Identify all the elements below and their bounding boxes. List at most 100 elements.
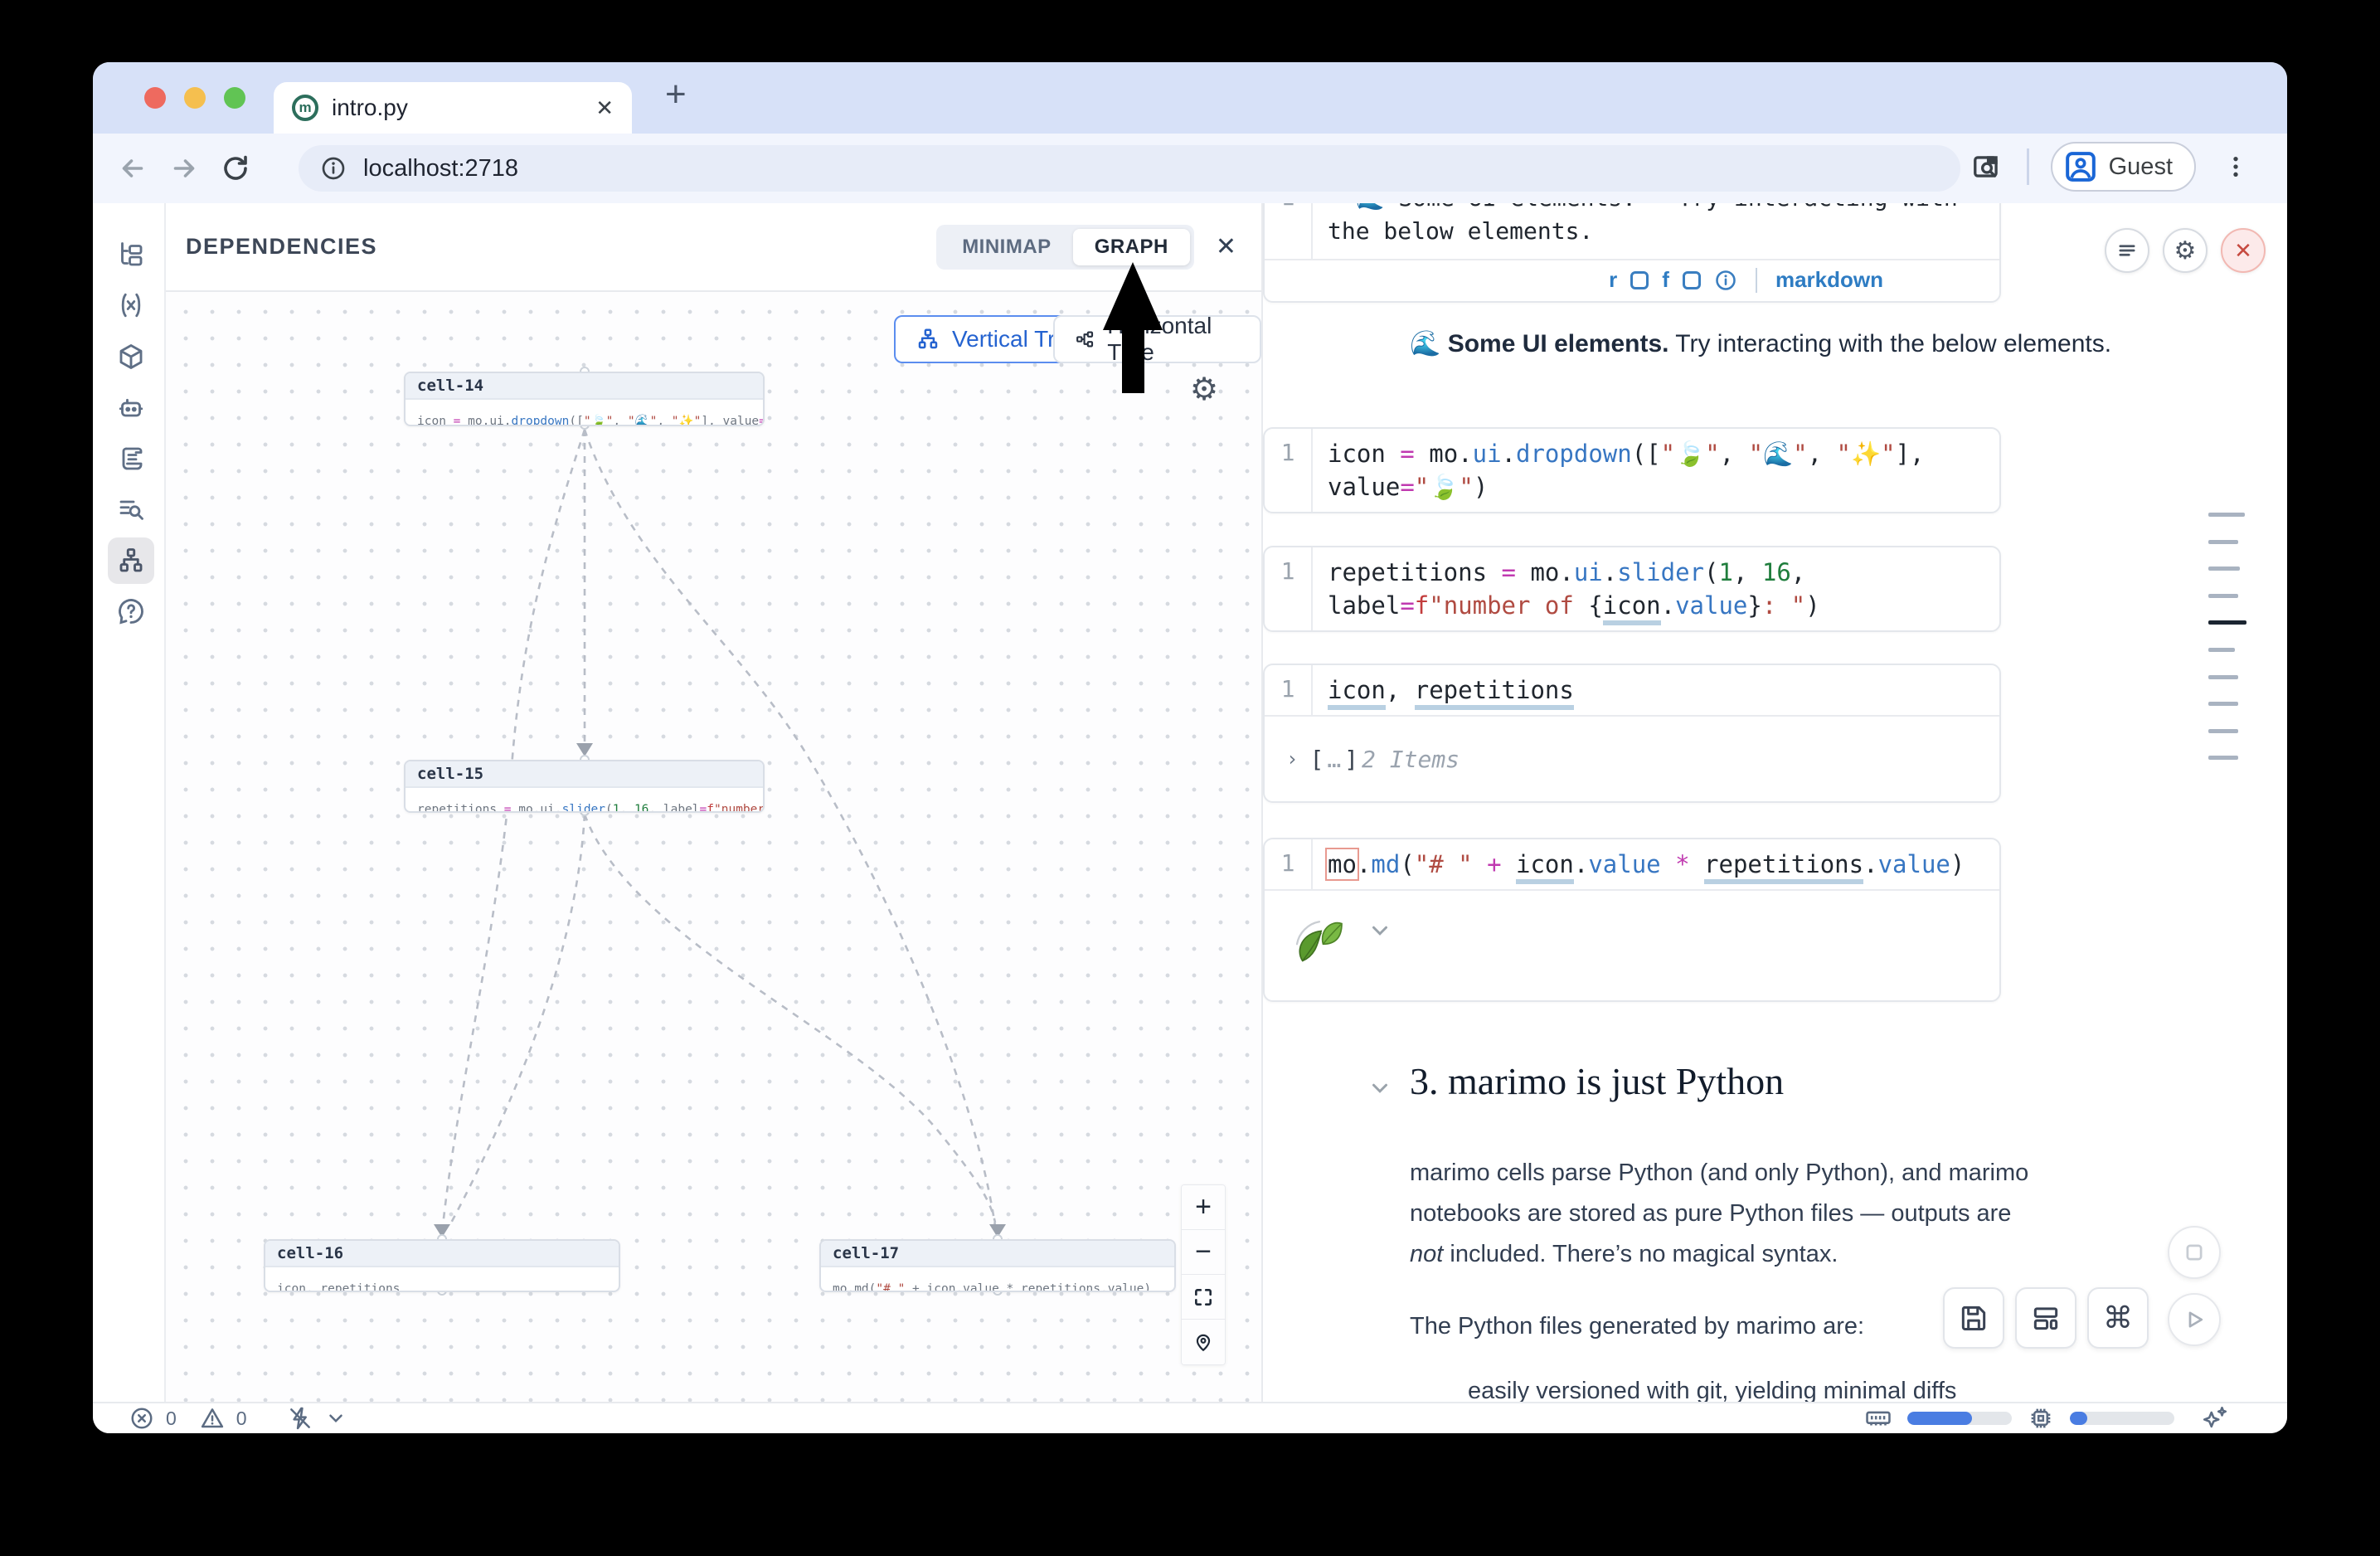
code-editor[interactable]: icon = mo.ui.dropdown(["🍃", "🌊", "✨"],va…	[1313, 429, 1999, 512]
ai-sparkles-icon[interactable]	[2201, 1404, 2229, 1432]
graph-node-cell-15[interactable]: cell-15 repetitions = mo.ui.slider(1, 16…	[404, 760, 765, 813]
scroll-marker[interactable]	[2208, 594, 2238, 598]
format-toggle-label: f	[1662, 267, 1669, 293]
center-view-button[interactable]	[1182, 1320, 1225, 1364]
node-title: cell-14	[406, 373, 763, 400]
scroll-marker[interactable]	[2208, 566, 2240, 571]
new-tab-button[interactable]: +	[665, 74, 687, 115]
browser-tab[interactable]: m intro.py ✕	[274, 82, 632, 134]
scroll-marker[interactable]	[2208, 756, 2238, 760]
scroll-marker[interactable]	[2208, 540, 2238, 544]
output-collapse-chevron-icon[interactable]	[1367, 918, 1392, 943]
line-number: 1	[1265, 429, 1313, 512]
markdown-source[interactable]: **🌊 Some UI elements.** Try interacting …	[1313, 203, 1999, 259]
scroll-marker[interactable]	[2208, 513, 2245, 517]
tab-search-icon[interactable]	[1969, 148, 2005, 185]
line-number: 1	[1265, 665, 1313, 715]
browser-window: m intro.py ✕ + localhost:2718	[93, 62, 2287, 1433]
chevron-down-icon[interactable]	[325, 1408, 347, 1429]
sidebar-item-dependency-graph[interactable]	[108, 537, 154, 584]
graph-node-cell-17[interactable]: cell-17 mo.md("# " + icon.value * repeti…	[819, 1239, 1176, 1292]
language-label[interactable]: markdown	[1775, 267, 1883, 293]
window-minimize-button[interactable]	[184, 87, 206, 109]
code-cell-tuple[interactable]: 1 icon, repetitions ›[ … ] 2 Items	[1263, 664, 2001, 803]
dependencies-header: DEPENDENCIES MINIMAP GRAPH ✕	[166, 203, 1261, 292]
leaf-emoji-output	[1290, 912, 1349, 972]
scroll-marker[interactable]	[2208, 648, 2235, 652]
warnings-count: 0	[236, 1408, 247, 1430]
scroll-marker[interactable]	[2208, 729, 2238, 733]
reload-icon[interactable]	[217, 150, 254, 187]
panel-close-icon[interactable]: ✕	[1216, 232, 1236, 261]
code-editor[interactable]: icon, repetitions	[1313, 665, 1999, 715]
tab-close-icon[interactable]: ✕	[595, 95, 614, 121]
horizontal-tree-button[interactable]: Horizontal Tree	[1053, 315, 1261, 363]
scroll-icon	[116, 444, 146, 474]
sidebar-item-file-explorer[interactable]	[108, 231, 154, 278]
raw-toggle-label: r	[1609, 267, 1617, 293]
errors-icon[interactable]	[129, 1406, 154, 1431]
sidebar-item-packages[interactable]	[108, 333, 154, 380]
fit-view-button[interactable]	[1182, 1275, 1225, 1320]
zoom-out-button[interactable]: −	[1182, 1230, 1225, 1275]
horizontal-tree-label: Horizontal Tree	[1107, 313, 1240, 366]
sidebar-item-snippets-search[interactable]	[108, 486, 154, 532]
graph-settings-gear-icon[interactable]: ⚙	[1190, 371, 1218, 407]
fit-view-icon	[1192, 1286, 1214, 1308]
graph-node-cell-14[interactable]: cell-14 icon = mo.ui.dropdown(["🍃", "🌊",…	[404, 372, 765, 426]
window-zoom-button[interactable]	[224, 87, 245, 109]
graph-node-cell-16[interactable]: cell-16 icon, repetitions	[264, 1239, 620, 1292]
robot-icon	[116, 393, 146, 423]
browser-tabstrip: m intro.py ✕ +	[93, 62, 2287, 134]
url-bar[interactable]: localhost:2718	[299, 145, 1960, 192]
site-info-icon[interactable]	[320, 155, 347, 182]
window-close-button[interactable]	[144, 87, 166, 109]
keyboard-shortcuts-button[interactable]: ⌘	[2087, 1287, 2149, 1349]
file-tree-icon	[116, 240, 146, 270]
stop-kernel-button[interactable]	[2168, 1226, 2221, 1279]
command-icon: ⌘	[2103, 1301, 2133, 1335]
sidebar-item-logs[interactable]	[108, 435, 154, 482]
code-cell-dropdown[interactable]: 1 icon = mo.ui.dropdown(["🍃", "🌊", "✨"],…	[1263, 427, 2001, 513]
profile-button[interactable]: Guest	[2051, 142, 2196, 192]
code-editor[interactable]: mo.md("# " + icon.value * repetitions.va…	[1313, 839, 1999, 889]
markdown-cell[interactable]: 1 **🌊 Some UI elements.** Try interactin…	[1263, 203, 2001, 303]
scroll-marker[interactable]	[2208, 702, 2238, 706]
zoom-in-button[interactable]: +	[1182, 1185, 1225, 1230]
info-icon[interactable]	[1714, 269, 1737, 292]
raw-toggle-checkbox[interactable]	[1630, 271, 1649, 289]
line-number: 1	[1265, 839, 1313, 889]
location-pin-icon	[1192, 1331, 1214, 1353]
code-editor[interactable]: repetitions = mo.ui.slider(1, 16,label=f…	[1313, 547, 1999, 630]
run-all-button[interactable]	[2168, 1293, 2221, 1346]
sidebar-item-help[interactable]	[108, 588, 154, 635]
scroll-marker[interactable]	[2208, 675, 2238, 679]
profile-name: Guest	[2109, 153, 2173, 181]
tab-graph[interactable]: GRAPH	[1073, 229, 1190, 265]
view-mode-toggle: MINIMAP GRAPH	[936, 225, 1194, 270]
browser-menu-icon[interactable]	[2217, 148, 2254, 185]
sidebar-item-ai-assistant[interactable]	[108, 385, 154, 431]
cell-menu-button[interactable]	[2105, 228, 2149, 273]
graph-edges	[166, 292, 1261, 1402]
graph-canvas[interactable]: cell-14 icon = mo.ui.dropdown(["🍃", "🌊",…	[166, 292, 1261, 1402]
list-search-icon	[116, 494, 146, 524]
memory-usage-fill	[1907, 1412, 1972, 1425]
layout-toggle-button[interactable]	[2015, 1287, 2076, 1349]
node-code: mo.md("# " + icon.value * repetitions.va…	[821, 1267, 1174, 1292]
save-button[interactable]	[1943, 1287, 2004, 1349]
scroll-marker[interactable]	[2208, 620, 2246, 625]
code-cell-slider[interactable]: 1 repetitions = mo.ui.slider(1, 16,label…	[1263, 546, 2001, 632]
autorun-disabled-icon[interactable]	[287, 1405, 313, 1432]
forward-icon[interactable]	[166, 150, 202, 187]
warnings-icon[interactable]	[200, 1406, 225, 1431]
cell-delete-button[interactable]: ✕	[2221, 228, 2266, 273]
back-icon[interactable]	[114, 150, 151, 187]
cell-settings-button[interactable]: ⚙	[2163, 228, 2208, 273]
tab-minimap[interactable]: MINIMAP	[940, 229, 1073, 265]
sidebar-item-variables[interactable]	[108, 282, 154, 328]
format-toggle-checkbox[interactable]	[1683, 271, 1701, 289]
section-collapse-chevron-icon[interactable]	[1367, 1076, 1392, 1101]
list-output[interactable]: ›[ … ] 2 Items	[1265, 715, 1999, 801]
variables-icon	[116, 290, 146, 320]
